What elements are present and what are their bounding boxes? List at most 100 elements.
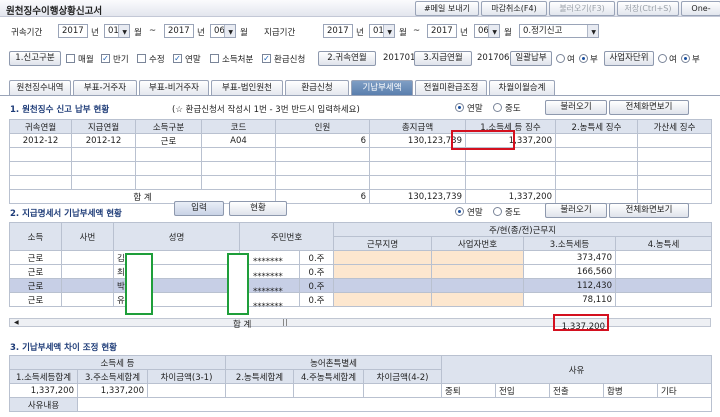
- s2-cell-farm[interactable]: [614, 250, 713, 265]
- s1-cell[interactable]: 근로: [135, 133, 202, 148]
- table-row[interactable]: 근로 박 7 0.주 112,430: [9, 278, 713, 293]
- s2-cell-empno[interactable]: [61, 292, 114, 307]
- s2-cell-bizno[interactable]: [431, 264, 524, 279]
- s2-cell-ty[interactable]: 0.주: [299, 292, 334, 307]
- cancel-close-button[interactable]: 마감취소(F4): [481, 1, 547, 16]
- load-button[interactable]: 불러오기(F3): [549, 1, 615, 16]
- attr-year-button[interactable]: 2.귀속연월: [318, 51, 376, 66]
- table-row[interactable]: 근로 최 8 0.주 166,560: [9, 264, 713, 279]
- s2-cell-empno[interactable]: [61, 264, 114, 279]
- table-row[interactable]: 1,337,200 1,337,200 중퇴 전입 전출 합병 기타: [9, 383, 713, 398]
- s2-fullscreen-button[interactable]: 전체화면보기: [609, 203, 689, 218]
- s2-cell-ty[interactable]: 0.주: [299, 278, 334, 293]
- from-year-input[interactable]: 2017: [58, 24, 88, 38]
- tab-nonresident[interactable]: 부표-비거주자: [139, 80, 209, 95]
- to-year-input[interactable]: 2017: [164, 24, 194, 38]
- s2-cell-tax[interactable]: 112,430: [523, 278, 616, 293]
- s2-cell-type[interactable]: 근로: [9, 292, 62, 307]
- tab-corporate[interactable]: 부표-법인원천: [211, 80, 283, 95]
- pay-to-year-input[interactable]: 2017: [427, 24, 457, 38]
- from-month-select[interactable]: 01 ▼: [104, 24, 130, 38]
- s2-mid-radio[interactable]: [493, 207, 502, 216]
- s2-cell-ty[interactable]: 0.주: [299, 250, 334, 265]
- s2-cell-empno[interactable]: [61, 250, 114, 265]
- table-row[interactable]: 근로 유 6 0.주 78,110: [9, 292, 713, 307]
- tab-resident[interactable]: 부표-거주자: [73, 80, 137, 95]
- s2-cell-empno[interactable]: [61, 278, 114, 293]
- report-type-button[interactable]: 1.신고구분: [9, 51, 61, 66]
- tab-withholding[interactable]: 원천징수내역: [9, 80, 71, 95]
- monthly-checkbox[interactable]: [66, 54, 75, 63]
- business-unit-button[interactable]: 사업자단위: [604, 51, 654, 66]
- s2-cell-ty[interactable]: 0.주: [299, 264, 334, 279]
- s1-cell[interactable]: 2012-12: [71, 133, 136, 148]
- to-month-select[interactable]: 06 ▼: [210, 24, 236, 38]
- s3-reason-cell[interactable]: 기타: [657, 383, 713, 398]
- refund-checkbox[interactable]: ✓: [262, 54, 271, 63]
- s1-annual-radio[interactable]: [455, 103, 464, 112]
- batch-payment-button[interactable]: 일괄납부: [510, 51, 552, 66]
- s3-reason-cell[interactable]: 전입: [495, 383, 551, 398]
- s2-cell-workname[interactable]: [333, 264, 432, 279]
- report-type-select[interactable]: 0.정기신고 ▼: [519, 24, 599, 38]
- s3-cell[interactable]: 1,337,200: [9, 383, 78, 398]
- s2-cell-farm[interactable]: [614, 292, 713, 307]
- save-button[interactable]: 저장(Ctrl+S): [617, 1, 679, 16]
- income-disposal-checkbox[interactable]: [210, 54, 219, 63]
- biz-yes-radio[interactable]: [658, 54, 667, 63]
- s2-cell-type[interactable]: 근로: [9, 250, 62, 265]
- s2-cell-type[interactable]: 근로: [9, 278, 62, 293]
- s1-cell[interactable]: A04: [201, 133, 276, 148]
- table-row[interactable]: 2012-12 2012-12 근로 A04 6 130,123,739 1,3…: [9, 133, 712, 148]
- scroll-left-icon[interactable]: ◀: [14, 319, 20, 326]
- half-year-checkbox[interactable]: ✓: [101, 54, 110, 63]
- pay-to-month-select[interactable]: 06 ▼: [474, 24, 500, 38]
- s2-annual-radio[interactable]: [455, 207, 464, 216]
- s2-cell-workname[interactable]: [333, 250, 432, 265]
- s3-cell[interactable]: [146, 383, 227, 398]
- tab-refund[interactable]: 환급신청: [285, 80, 349, 95]
- s3-reason-cell[interactable]: 합병: [603, 383, 659, 398]
- s2-cell-tax[interactable]: 166,560: [523, 264, 616, 279]
- s3-reason-input[interactable]: [76, 397, 713, 412]
- tab-prior-month-adjust[interactable]: 전월미환급조정: [415, 80, 487, 95]
- s1-cell[interactable]: 2012-12: [9, 133, 72, 148]
- s3-reason-cell[interactable]: 중퇴: [441, 383, 497, 398]
- s3-cell[interactable]: [225, 383, 295, 398]
- s3-cell[interactable]: 1,337,200: [77, 383, 148, 398]
- s1-mid-radio[interactable]: [493, 103, 502, 112]
- pay-from-year-input[interactable]: 2017: [323, 24, 353, 38]
- annual-checkbox[interactable]: ✓: [173, 54, 182, 63]
- table-row[interactable]: 사유내용: [9, 397, 713, 412]
- amend-checkbox[interactable]: [137, 54, 146, 63]
- batch-no-radio[interactable]: [579, 54, 588, 63]
- s2-cell-farm[interactable]: [614, 264, 713, 279]
- s3-reason-cell[interactable]: 전출: [549, 383, 605, 398]
- s2-cell-workname[interactable]: [333, 278, 432, 293]
- s1-cell[interactable]: 6: [275, 133, 370, 148]
- s3-cell[interactable]: [293, 383, 365, 398]
- s2-cell-workname[interactable]: [333, 292, 432, 307]
- pay-year-button[interactable]: 3.지급연월: [414, 51, 472, 66]
- s2-cell-bizno[interactable]: [431, 292, 524, 307]
- biz-no-radio[interactable]: [681, 54, 690, 63]
- s1-fullscreen-button[interactable]: 전체화면보기: [609, 100, 689, 115]
- tab-prepaid-tax[interactable]: 기납부세액: [351, 80, 413, 95]
- s1-load-button[interactable]: 불러오기: [545, 100, 607, 115]
- s2-cell-bizno[interactable]: [431, 250, 524, 265]
- s2-load-button[interactable]: 불러오기: [545, 203, 607, 218]
- s2-cell-farm[interactable]: [614, 278, 713, 293]
- status-mode-button[interactable]: 현황: [229, 201, 287, 216]
- batch-yes-radio[interactable]: [556, 54, 565, 63]
- s2-cell-bizno[interactable]: [431, 278, 524, 293]
- table-row[interactable]: 근로 김 7 0.주 373,470: [9, 250, 713, 265]
- pay-from-month-select[interactable]: 01 ▼: [369, 24, 395, 38]
- input-mode-button[interactable]: 입력: [174, 201, 224, 216]
- scroll-thumb[interactable]: [283, 319, 287, 326]
- s2-cell-tax[interactable]: 78,110: [523, 292, 616, 307]
- tab-carryover[interactable]: 차월이월승계: [489, 80, 555, 95]
- s1-cell[interactable]: [637, 133, 712, 148]
- s2-cell-tax[interactable]: 373,470: [523, 250, 616, 265]
- one-button[interactable]: One-: [681, 1, 720, 16]
- s2-cell-type[interactable]: 근로: [9, 264, 62, 279]
